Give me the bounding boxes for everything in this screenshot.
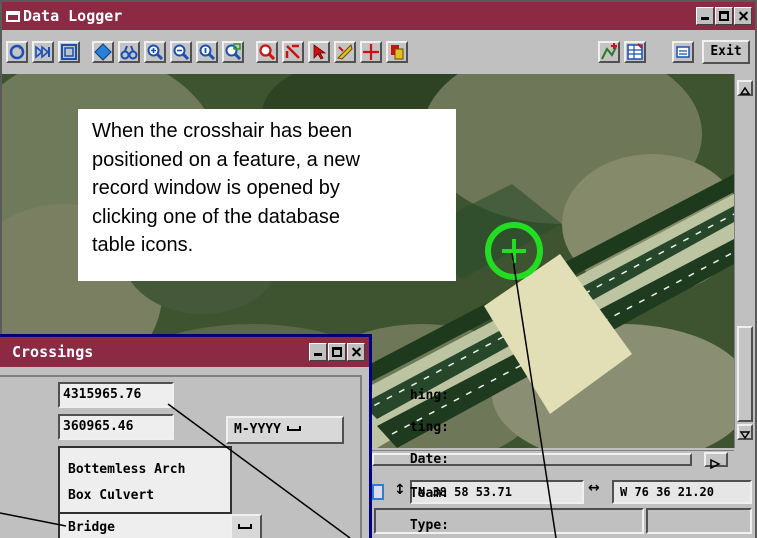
table-icon[interactable]: [624, 41, 646, 63]
crossings-maximize-button[interactable]: [328, 343, 346, 361]
zoom-full-icon[interactable]: [196, 41, 218, 63]
logger-toolbar: Exit: [2, 30, 755, 74]
vertical-scrollbar[interactable]: [734, 74, 755, 448]
type-option-box-culvert[interactable]: Box Culvert: [60, 480, 230, 512]
logger-title: Data Logger: [23, 7, 123, 25]
close-button[interactable]: [734, 7, 752, 25]
callout-line: clicking one of the database: [92, 205, 340, 228]
red-magnifier-icon[interactable]: [256, 41, 278, 63]
northing-field[interactable]: 4315965.76: [58, 382, 174, 408]
type-option-bottomless-arch[interactable]: Bottemless Arch: [60, 448, 230, 480]
date-format-select[interactable]: M-YYYY: [226, 416, 344, 444]
layers-icon[interactable]: [386, 41, 408, 63]
zoom-out-icon[interactable]: [170, 41, 192, 63]
arrow-select-icon[interactable]: [308, 41, 330, 63]
exit-button[interactable]: Exit: [702, 40, 750, 64]
horizontal-arrows-icon: ↔: [588, 480, 600, 496]
status-aux-field: [646, 508, 752, 534]
callout-line: When the crosshair has been: [92, 120, 353, 142]
zoom-box-icon[interactable]: [222, 41, 244, 63]
crossings-title-bar[interactable]: Crossings: [0, 337, 369, 367]
redraw-icon[interactable]: [6, 41, 28, 63]
zoom-in-icon[interactable]: [144, 41, 166, 63]
crossings-minimize-button[interactable]: [309, 343, 327, 361]
fast-forward-icon[interactable]: [32, 41, 54, 63]
callout-line: table icons.: [92, 234, 194, 256]
easting-field[interactable]: 360965.46: [58, 414, 174, 440]
minimize-button[interactable]: [696, 7, 714, 25]
type-option-bridge[interactable]: Bridge: [60, 512, 230, 538]
callout-line: positioned on a feature, a new: [92, 148, 360, 171]
crosshair-icon[interactable]: [360, 41, 382, 63]
window-icon[interactable]: [58, 41, 80, 63]
ruler-icon[interactable]: [334, 41, 356, 63]
instruction-callout: When the crosshair has been positioned o…: [78, 109, 456, 281]
logger-title-bar[interactable]: Data Logger: [2, 2, 755, 30]
vertical-scroll-thumb[interactable]: [737, 326, 753, 422]
type-dropdown-list[interactable]: Bottemless Arch Box Culvert Bridge: [58, 446, 232, 538]
date-format-value: M-YYYY: [234, 422, 281, 437]
window-menu-icon[interactable]: [6, 11, 20, 22]
type-select-button[interactable]: [230, 514, 262, 538]
scroll-up-arrow[interactable]: [737, 80, 753, 96]
dropdown-icon: [286, 426, 301, 431]
add-record-icon[interactable]: [598, 41, 620, 63]
red-pointer-icon[interactable]: [282, 41, 304, 63]
menu-icon[interactable]: [672, 41, 694, 63]
crossings-window-controls: [309, 343, 365, 361]
diamond-icon[interactable]: [92, 41, 114, 63]
dropdown-icon: [238, 524, 252, 529]
callout-line: record window is opened by: [92, 177, 340, 199]
maximize-button[interactable]: [715, 7, 733, 25]
crossings-title: Crossings: [12, 343, 94, 361]
scroll-right-arrow[interactable]: [704, 452, 728, 470]
binoculars-icon[interactable]: [118, 41, 140, 63]
logger-window-controls: [696, 7, 752, 25]
scroll-down-arrow[interactable]: [737, 424, 753, 440]
crossings-close-button[interactable]: [347, 343, 365, 361]
longitude-readout: W 76 36 21.20: [612, 480, 752, 504]
